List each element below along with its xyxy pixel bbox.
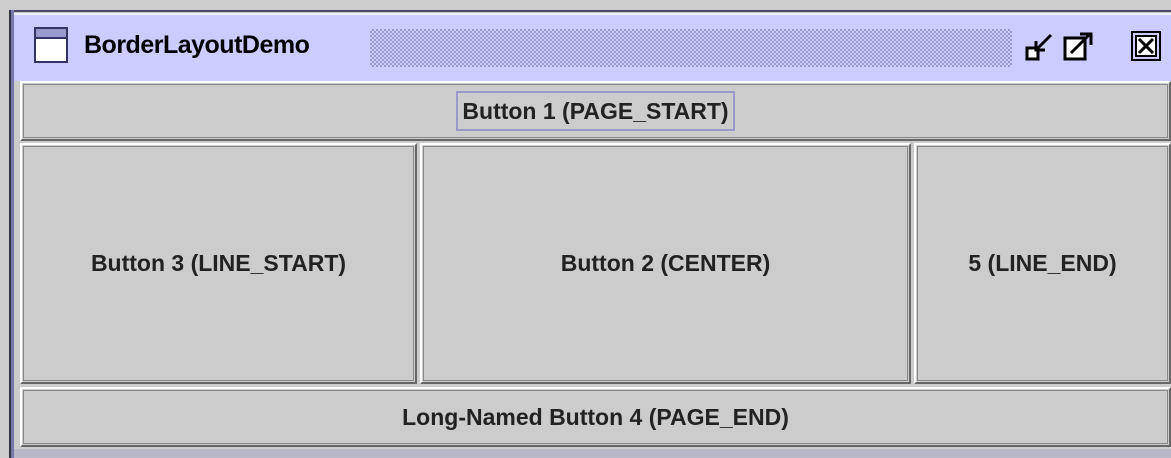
window-title: BorderLayoutDemo bbox=[84, 31, 310, 59]
page-end-button[interactable]: Long-Named Button 4 (PAGE_END) bbox=[20, 387, 1171, 447]
line-start-button[interactable]: Button 3 (LINE_START) bbox=[20, 143, 417, 384]
title-bar[interactable]: BorderLayoutDemo bbox=[14, 13, 1171, 81]
line-end-button[interactable]: 5 (LINE_END) bbox=[914, 143, 1171, 384]
window-top-border bbox=[12, 10, 1171, 12]
page-start-button-label: Button 1 (PAGE_START) bbox=[456, 91, 735, 131]
title-bar-grip[interactable] bbox=[370, 29, 1012, 67]
line-end-button-label: 5 (LINE_END) bbox=[968, 250, 1117, 276]
content-pane: Button 1 (PAGE_START) Button 3 (LINE_STA… bbox=[20, 81, 1171, 449]
window-icon[interactable] bbox=[34, 27, 68, 63]
app-window: BorderLayoutDemo Button 1 (PAGE_START) B… bbox=[0, 0, 1171, 458]
close-icon[interactable] bbox=[1129, 29, 1163, 63]
window-bottom-border[interactable] bbox=[14, 449, 1171, 458]
center-button[interactable]: Button 2 (CENTER) bbox=[420, 143, 911, 384]
maximize-icon[interactable] bbox=[1062, 29, 1096, 63]
iconify-icon[interactable] bbox=[1024, 29, 1058, 63]
center-button-label: Button 2 (CENTER) bbox=[560, 250, 771, 276]
line-start-button-label: Button 3 (LINE_START) bbox=[90, 250, 347, 276]
page-end-button-label: Long-Named Button 4 (PAGE_END) bbox=[402, 403, 789, 430]
page-start-button[interactable]: Button 1 (PAGE_START) bbox=[20, 81, 1171, 141]
